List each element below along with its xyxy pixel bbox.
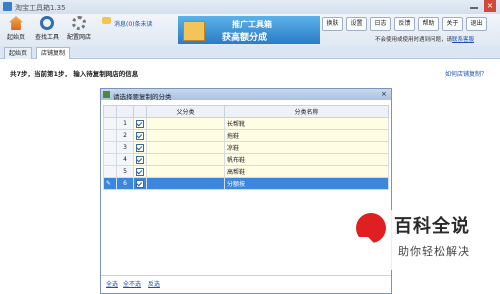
row-parent [146,165,225,178]
skin-button[interactable]: 换肤 [322,17,343,31]
dialog-footer: 全选 全不选 反选 [101,275,391,288]
row-number: 4 [116,153,134,166]
row-parent [146,141,225,154]
row-number: 5 [116,165,134,178]
watermark-title: 百科全说 [394,216,470,237]
message-suffix: )条未读 [132,21,153,28]
home-label: 起始页 [6,34,25,41]
edit-pencil-icon: ✎ [103,177,117,190]
watermark-logo [356,213,386,243]
row-parent [146,153,225,166]
watermark-subtitle: 助你轻松解决 [398,245,470,258]
gear-icon [72,16,86,30]
message-prefix: 消息( [114,21,129,28]
banner-line2: 获高额分成 [222,33,268,43]
exit-button[interactable]: 退出 [466,17,487,31]
row-number: 2 [116,129,134,142]
table-row[interactable]: 3 凉鞋 [103,141,389,154]
category-table: 父分类 分类名称 1 长帮靴 2 拖鞋 3 凉鞋 4 帆布鞋 5 高帮鞋 ✎ 6… [103,105,389,190]
row-name: 凉鞋 [224,141,389,154]
dialog-title: 请选择要复制的分类 [113,93,172,101]
checkbox-icon[interactable] [136,167,144,176]
col-parent-header[interactable]: 父分类 [146,105,225,118]
checkbox-icon[interactable] [136,155,144,164]
configure-shop-button[interactable]: 配置网店 [64,16,94,41]
settings-button[interactable]: 设置 [346,17,367,31]
help-button[interactable]: 帮助 [418,17,439,31]
row-number: 6 [116,177,134,190]
feedback-button[interactable]: 反馈 [394,17,415,31]
tab-shop-copy[interactable]: 店铺复制 [36,47,71,59]
row-name: 帆布鞋 [224,153,389,166]
row-name: 高帮鞋 [224,165,389,178]
table-row[interactable]: 2 拖鞋 [103,129,389,142]
category-dialog: 请选择要复制的分类 × 父分类 分类名称 1 长帮靴 2 拖鞋 3 凉鞋 4 帆… [100,88,392,294]
table-row[interactable]: 4 帆布鞋 [103,153,389,166]
find-tool-button[interactable]: 查找工具 [32,16,62,41]
row-parent [146,117,225,130]
log-button[interactable]: 日志 [370,17,391,31]
app-icon [3,2,12,11]
promo-banner[interactable]: 推广工具箱 获高额分成 [178,16,320,44]
home-button[interactable]: 起始页 [4,16,28,41]
table-row[interactable]: 5 高帮鞋 [103,165,389,178]
select-none-link[interactable]: 全不选 [123,279,141,288]
search-icon [40,16,54,30]
table-header: 父分类 分类名称 [103,105,389,118]
minimize-button[interactable] [470,7,478,9]
row-name: 拖鞋 [224,129,389,142]
message-icon [102,17,111,24]
row-parent [146,129,225,142]
banner-line1: 推广工具箱 [232,20,272,29]
row-name: 分额按 [224,177,389,190]
tab-bar: 起始页 店铺复制 [0,46,500,59]
home-icon [9,16,23,30]
row-number: 3 [116,141,134,154]
col-name-header[interactable]: 分类名称 [224,105,389,118]
contact-support-link[interactable]: 联系客服 [452,37,474,43]
dialog-close-button[interactable]: × [381,90,387,98]
how-to-copy-link[interactable]: 如何店铺复制？ [445,69,487,78]
dialog-icon [103,91,110,98]
step-instruction: 共7步，当前第1步， 输入待复制网店的信息 [10,70,139,78]
about-button[interactable]: 关于 [442,17,463,31]
find-tool-label: 查找工具 [34,34,59,41]
support-notice: 不会使用或使用时遇到问题，请联系客服 [375,35,474,43]
row-parent [146,177,225,190]
select-all-link[interactable]: 全选 [106,279,118,288]
title-bar: 淘宝工具箱1.35 × [0,0,500,14]
window-title: 淘宝工具箱1.35 [15,4,66,12]
checkbox-icon[interactable] [136,179,144,188]
checkbox-icon[interactable] [136,143,144,152]
notice-text: 不会使用或使用时遇到问题，请 [375,37,453,43]
checkbox-icon[interactable] [136,119,144,128]
invert-selection-link[interactable]: 反选 [148,279,160,288]
row-name: 长帮靴 [224,117,389,130]
table-row[interactable]: 1 长帮靴 [103,117,389,130]
watermark: 百科全说 助你轻松解决 [352,210,494,270]
message-link[interactable]: 消息(0)条未读 [114,19,153,28]
checkbox-icon[interactable] [136,131,144,140]
tab-home[interactable]: 起始页 [4,47,33,59]
close-window-button[interactable]: × [484,0,496,12]
dialog-title-bar: 请选择要复制的分类 × [101,89,391,101]
row-number: 1 [116,117,134,130]
configure-shop-label: 配置网店 [66,34,91,41]
table-row-selected[interactable]: ✎ 6 分额按 [103,177,389,190]
toolbox-graphic [183,21,205,41]
